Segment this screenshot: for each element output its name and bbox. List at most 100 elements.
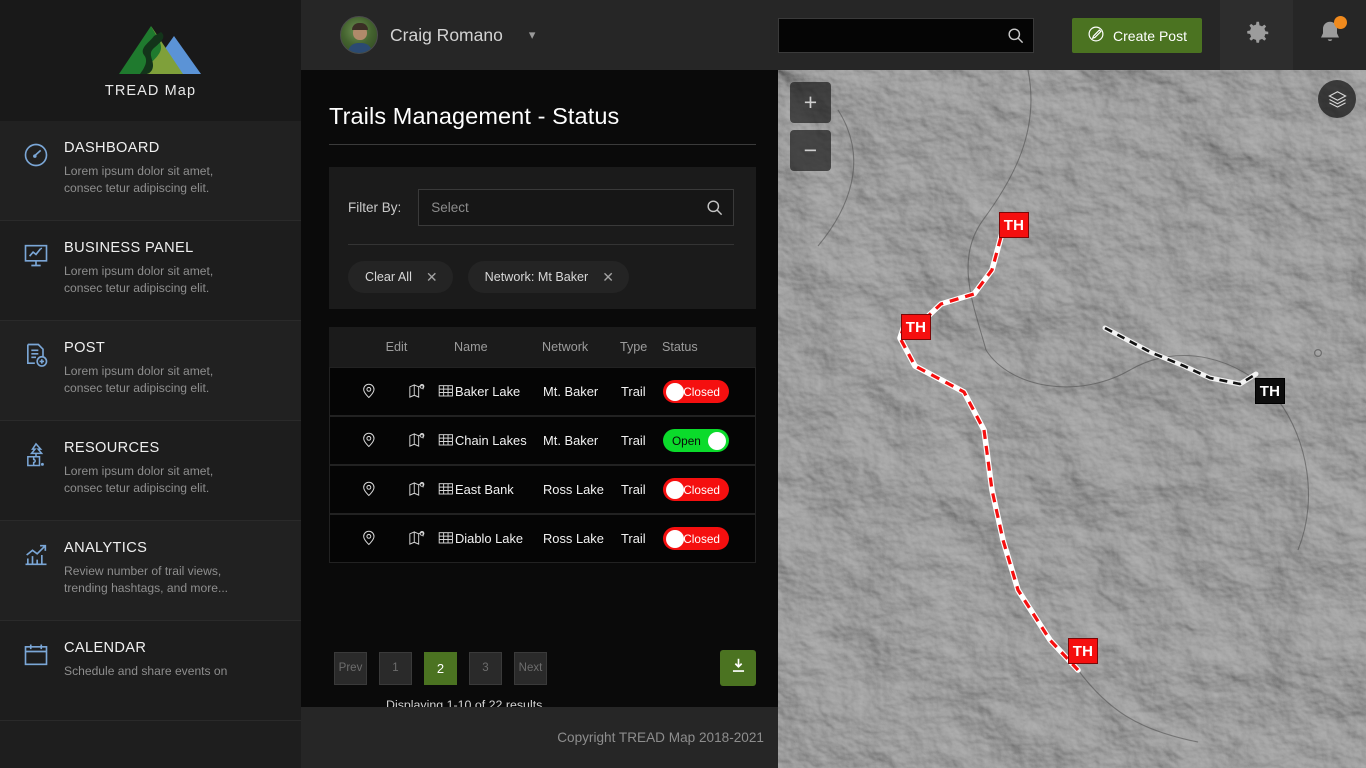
close-icon[interactable]: ✕	[426, 270, 438, 284]
chip-label: Network: Mt Baker	[484, 270, 589, 284]
sidebar-item-label: CALENDAR	[64, 640, 147, 656]
column-header-edit: Edit	[385, 340, 408, 354]
cell-type: Trail	[621, 531, 646, 546]
table-header-row: Edit Name Network Type Status	[329, 327, 756, 367]
settings-button[interactable]	[1220, 0, 1293, 70]
table-grid-icon[interactable]	[437, 480, 455, 499]
pagination-page-3[interactable]: 3	[469, 651, 502, 685]
gear-icon	[1242, 18, 1272, 53]
trailhead-marker[interactable]: TH	[1255, 378, 1285, 404]
table-grid-icon[interactable]	[437, 431, 455, 450]
map-pin-icon[interactable]	[408, 480, 426, 499]
chevron-down-icon[interactable]: ▾	[529, 27, 536, 43]
location-pin-icon[interactable]	[360, 529, 378, 548]
notifications-button[interactable]	[1293, 0, 1366, 70]
table-row[interactable]: Baker Lake Mt. Baker Trail Closed	[329, 367, 756, 416]
sidebar-nav: DASHBOARD Lorem ipsum dolor sit amet, co…	[0, 121, 301, 721]
filter-chips: Clear All ✕ Network: Mt Baker ✕	[348, 245, 734, 293]
map-pin-icon[interactable]	[408, 431, 426, 450]
trails-table: Edit Name Network Type Status Baker Lake…	[329, 327, 756, 563]
map-pin-icon[interactable]	[408, 529, 426, 548]
map-view[interactable]: + − TH TH TH TH	[778, 70, 1366, 768]
tree-puzzle-icon	[22, 441, 50, 469]
calendar-icon	[22, 641, 50, 669]
pencil-circle-icon	[1087, 25, 1105, 46]
toggle-knob	[666, 480, 684, 499]
column-header-status: Status	[662, 340, 698, 354]
speedometer-icon	[22, 141, 50, 169]
brand-name: TREAD Map	[104, 83, 197, 99]
trailhead-marker[interactable]: TH	[1068, 638, 1098, 664]
cell-status: Closed	[663, 478, 737, 501]
sidebar-item-desc: Review number of trail views, trending h…	[64, 564, 229, 595]
sidebar-item-dashboard[interactable]: DASHBOARD Lorem ipsum dolor sit amet, co…	[0, 121, 301, 221]
user-menu[interactable]: Craig Romano ▾	[340, 16, 535, 54]
zoom-out-button[interactable]: −	[790, 130, 831, 171]
sidebar-item-analytics[interactable]: ANALYTICS Review number of trail views, …	[0, 521, 301, 621]
table-row[interactable]: Chain Lakes Mt. Baker Trail Open	[329, 416, 756, 465]
pagination-prev[interactable]: Prev	[334, 651, 367, 685]
sidebar-item-calendar[interactable]: CALENDAR Schedule and share events on	[0, 621, 301, 721]
status-toggle[interactable]: Closed	[663, 478, 729, 501]
status-toggle[interactable]: Open	[663, 429, 729, 452]
sidebar-item-post[interactable]: POST Lorem ipsum dolor sit amet, consec …	[0, 321, 301, 421]
status-label: Closed	[683, 531, 720, 546]
cell-status: Open	[663, 429, 737, 452]
chip-network-filter[interactable]: Network: Mt Baker ✕	[467, 261, 629, 293]
avatar	[340, 16, 378, 54]
search-input[interactable]	[778, 18, 1034, 53]
sidebar-item-label: POST	[64, 340, 106, 356]
cell-type: Trail	[621, 433, 646, 448]
trailhead-marker[interactable]: TH	[999, 212, 1029, 238]
brand-logo-block[interactable]: TREAD Map	[0, 0, 301, 121]
pagination-page-2[interactable]: 2	[424, 651, 457, 685]
status-label: Closed	[683, 482, 720, 497]
sidebar-item-desc: Lorem ipsum dolor sit amet, consec tetur…	[64, 164, 214, 195]
cell-network: Mt. Baker	[543, 433, 599, 448]
table-grid-icon[interactable]	[437, 529, 455, 548]
download-icon	[729, 656, 748, 680]
minus-icon: −	[803, 137, 818, 163]
top-header: Craig Romano ▾ Create Post	[301, 0, 1366, 70]
sidebar-item-desc: Lorem ipsum dolor sit amet, consec tetur…	[64, 464, 214, 495]
status-label: Open	[672, 433, 701, 448]
cell-name: Diablo Lake	[455, 531, 524, 546]
location-pin-icon[interactable]	[360, 431, 378, 450]
user-name: Craig Romano	[390, 24, 503, 45]
chip-clear-all[interactable]: Clear All ✕	[348, 261, 453, 293]
row-actions	[340, 480, 455, 499]
location-pin-icon[interactable]	[360, 480, 378, 499]
sidebar-item-resources[interactable]: RESOURCES Lorem ipsum dolor sit amet, co…	[0, 421, 301, 521]
sidebar-item-business-panel[interactable]: BUSINESS PANEL Lorem ipsum dolor sit ame…	[0, 221, 301, 321]
download-button[interactable]	[720, 650, 756, 686]
column-header-type: Type	[620, 340, 648, 354]
filter-card: Filter By: Clear All ✕ Network	[329, 167, 756, 309]
table-row[interactable]: East Bank Ross Lake Trail Closed	[329, 465, 756, 514]
filter-select-input[interactable]	[418, 189, 734, 226]
filter-input-wrap	[418, 189, 734, 226]
filter-row: Filter By:	[348, 189, 734, 226]
cell-status: Closed	[663, 380, 737, 403]
cell-name: Baker Lake	[455, 384, 521, 399]
location-pin-icon[interactable]	[360, 382, 378, 401]
map-layers-button[interactable]	[1318, 80, 1356, 118]
cell-network: Mt. Baker	[543, 384, 599, 399]
pagination-page-1[interactable]: 1	[379, 651, 412, 685]
zoom-in-button[interactable]: +	[790, 82, 831, 123]
create-post-button[interactable]: Create Post	[1072, 18, 1202, 53]
pagination-next[interactable]: Next	[514, 651, 547, 685]
cell-type: Trail	[621, 482, 646, 497]
cell-type: Trail	[621, 384, 646, 399]
status-toggle[interactable]: Closed	[663, 527, 729, 550]
sidebar-item-label: ANALYTICS	[64, 540, 148, 556]
trailhead-marker[interactable]: TH	[901, 314, 931, 340]
close-icon[interactable]: ✕	[602, 270, 614, 284]
status-toggle[interactable]: Closed	[663, 380, 729, 403]
table-grid-icon[interactable]	[437, 382, 455, 401]
mountain-trail-logo-icon	[98, 22, 204, 78]
cell-network: Ross Lake	[543, 531, 604, 546]
table-row[interactable]: Diablo Lake Ross Lake Trail Closed	[329, 514, 756, 563]
map-pin-icon[interactable]	[408, 382, 426, 401]
cell-status: Closed	[663, 527, 737, 550]
toggle-knob	[666, 382, 684, 401]
